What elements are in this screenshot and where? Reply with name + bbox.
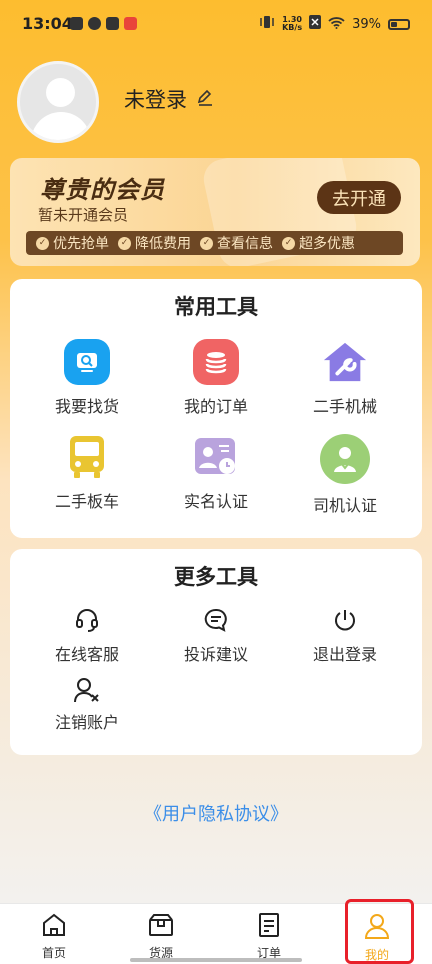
common-tools-title: 常用工具 <box>174 295 258 319</box>
vibrate-icon <box>259 15 275 33</box>
privacy-policy-link[interactable]: 《用户隐私协议》 <box>0 800 432 826</box>
check-icon: ✓ <box>36 236 49 250</box>
tool-used-trailer[interactable]: 二手板车 <box>22 434 152 512</box>
tool-logout[interactable]: 退出登录 <box>280 605 410 665</box>
vip-perk: ✓ 降低费用 <box>118 233 191 253</box>
power-icon <box>330 605 360 635</box>
battery-percent: 39% <box>352 16 381 32</box>
order-icon <box>256 913 282 942</box>
search-goods-icon <box>64 339 110 385</box>
common-tools-card: 常用工具 我要找货 我的订单 二手机械 二手板车 实名认证 司机认证 <box>10 279 422 538</box>
battery-icon <box>388 18 410 30</box>
check-icon: ✓ <box>282 236 295 250</box>
vip-title: 尊贵的会员 <box>40 176 165 204</box>
open-vip-button[interactable]: 去开通 <box>317 181 401 214</box>
check-icon: ✓ <box>118 236 131 250</box>
wifi-icon <box>328 16 345 33</box>
more-tools-title: 更多工具 <box>174 565 258 589</box>
app-notification-icon <box>106 17 119 30</box>
bus-icon <box>64 434 110 480</box>
status-time: 13:04 <box>22 14 73 33</box>
vip-perk: ✓ 查看信息 <box>200 233 273 253</box>
net-speed: 1.30 KB/s <box>282 15 303 32</box>
home-indicator <box>130 958 302 962</box>
username-row[interactable]: 未登录 <box>124 84 215 114</box>
tool-complaint[interactable]: 投诉建议 <box>151 605 281 665</box>
driver-icon <box>320 434 370 484</box>
more-tools-card: 更多工具 在线客服 投诉建议 退出登录 注销账户 <box>10 549 422 755</box>
tab-orders[interactable]: 订单 <box>239 912 299 961</box>
tool-real-name-auth[interactable]: 实名认证 <box>151 434 281 512</box>
check-icon: ✓ <box>200 236 213 250</box>
goods-icon <box>148 914 174 942</box>
remove-user-icon <box>72 675 102 705</box>
tab-goods[interactable]: 货源 <box>131 912 191 961</box>
orders-icon <box>193 339 239 385</box>
vip-perk: ✓ 超多优惠 <box>282 233 355 253</box>
home-icon <box>41 913 67 942</box>
machinery-icon <box>322 339 368 385</box>
tool-my-orders[interactable]: 我的订单 <box>151 339 281 417</box>
vip-subtitle: 暂未开通会员 <box>38 206 129 224</box>
username: 未登录 <box>124 88 187 112</box>
id-card-icon <box>193 434 239 480</box>
edit-icon[interactable] <box>195 87 215 112</box>
vip-perks-bar: ✓ 优先抢单 ✓ 降低费用 ✓ 查看信息 ✓ 超多优惠 <box>26 231 403 255</box>
vip-card[interactable]: 尊贵的会员 暂未开通会员 去开通 ✓ 优先抢单 ✓ 降低费用 ✓ 查看信息 ✓ 超多优惠 <box>10 158 420 266</box>
tool-online-support[interactable]: 在线客服 <box>22 605 152 665</box>
tab-home[interactable]: 首页 <box>24 912 84 961</box>
tool-cancel-account[interactable]: 注销账户 <box>22 675 152 733</box>
chat-icon <box>201 605 231 635</box>
tool-driver-auth[interactable]: 司机认证 <box>280 434 410 516</box>
app-notification-icon <box>70 17 83 30</box>
tool-find-goods[interactable]: 我要找货 <box>22 339 152 417</box>
status-bar: 13:04 1.30 KB/s 39% <box>0 0 432 50</box>
app-notification-icon <box>124 17 137 30</box>
signal-off-icon <box>309 15 322 33</box>
active-tab-highlight <box>345 899 414 964</box>
app-notification-icon <box>88 17 101 30</box>
headset-icon <box>72 605 102 635</box>
avatar[interactable] <box>17 61 99 143</box>
tool-used-machinery[interactable]: 二手机械 <box>280 339 410 417</box>
vip-perk: ✓ 优先抢单 <box>36 233 109 253</box>
